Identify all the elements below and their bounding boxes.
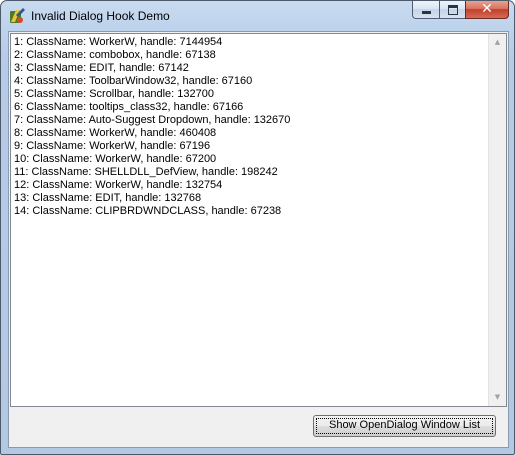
- list-item[interactable]: 13: ClassName: EDIT, handle: 132768: [14, 192, 489, 205]
- list-item[interactable]: 11: ClassName: SHELLDLL_DefView, handle:…: [14, 166, 489, 179]
- show-open-dialog-window-list-button[interactable]: Show OpenDialog Window List: [313, 415, 496, 437]
- list-item[interactable]: 12: ClassName: WorkerW, handle: 132754: [14, 179, 489, 192]
- list-item[interactable]: 9: ClassName: WorkerW, handle: 67196: [14, 140, 489, 153]
- list-item[interactable]: 14: ClassName: CLIPBRDWNDCLASS, handle: …: [14, 205, 489, 218]
- list-item[interactable]: 5: ClassName: Scrollbar, handle: 132700: [14, 88, 489, 101]
- list-item[interactable]: 2: ClassName: combobox, handle: 67138: [14, 49, 489, 62]
- vertical-scrollbar[interactable]: ▲ ▼: [488, 34, 506, 406]
- maximize-button[interactable]: [439, 1, 465, 19]
- maximize-icon: [448, 5, 458, 15]
- scroll-up-icon[interactable]: ▲: [489, 34, 506, 51]
- client-area: 1: ClassName: WorkerW, handle: 7144954 2:…: [8, 31, 509, 448]
- list-item[interactable]: 6: ClassName: tooltips_class32, handle: …: [14, 101, 489, 114]
- scroll-down-icon[interactable]: ▼: [489, 389, 506, 406]
- list-item[interactable]: 1: ClassName: WorkerW, handle: 7144954: [14, 36, 489, 49]
- window-title: Invalid Dialog Hook Demo: [31, 9, 170, 23]
- list-item[interactable]: 10: ClassName: WorkerW, handle: 67200: [14, 153, 489, 166]
- list-item[interactable]: 7: ClassName: Auto-Suggest Dropdown, han…: [14, 114, 489, 127]
- minimize-button[interactable]: [412, 1, 439, 19]
- window-list-box[interactable]: 1: ClassName: WorkerW, handle: 7144954 2:…: [10, 33, 507, 407]
- list-item[interactable]: 4: ClassName: ToolbarWindow32, handle: 6…: [14, 75, 489, 88]
- app-window: Invalid Dialog Hook Demo ✕ 1: ClassName:…: [0, 0, 515, 455]
- title-bar[interactable]: Invalid Dialog Hook Demo ✕: [1, 1, 514, 31]
- list-item[interactable]: 8: ClassName: WorkerW, handle: 460408: [14, 127, 489, 140]
- list-item[interactable]: 3: ClassName: EDIT, handle: 67142: [14, 62, 489, 75]
- button-label: Show OpenDialog Window List: [328, 419, 481, 431]
- list-items: 1: ClassName: WorkerW, handle: 7144954 2:…: [14, 36, 489, 218]
- caption-buttons: ✕: [412, 1, 509, 20]
- minimize-icon: [422, 11, 431, 14]
- close-button[interactable]: ✕: [465, 1, 509, 19]
- app-icon[interactable]: [8, 7, 26, 25]
- close-icon: ✕: [481, 1, 493, 17]
